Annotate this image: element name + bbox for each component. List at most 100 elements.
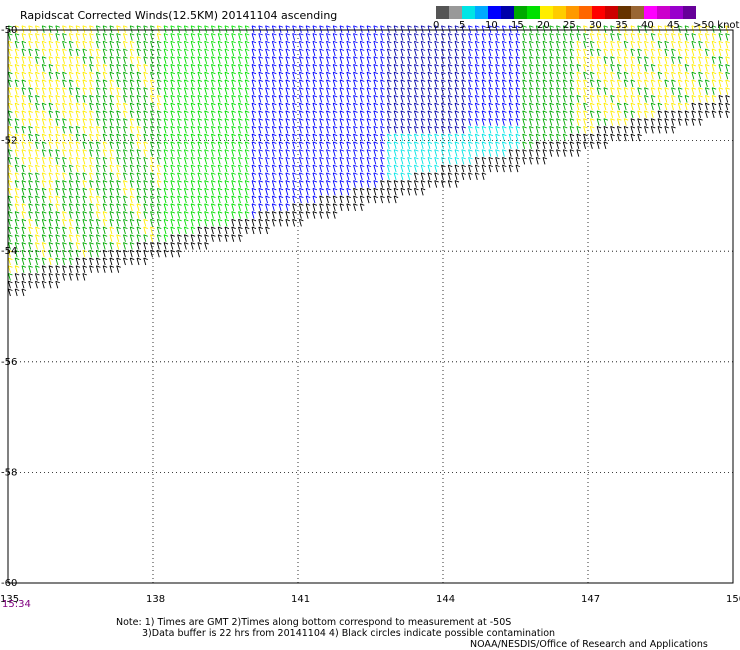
wind-barb (427, 141, 433, 150)
wind-barb (556, 102, 561, 111)
wind-barb (28, 87, 33, 95)
wind-barb (474, 133, 480, 142)
wind-barb (136, 64, 142, 72)
wind-barb (447, 56, 453, 64)
wind-barb (62, 110, 67, 119)
wind-barb (156, 118, 162, 126)
wind-barb (244, 195, 250, 204)
wind-barb (35, 273, 40, 281)
wind-barb (474, 118, 480, 126)
wind-barb (346, 33, 351, 41)
wind-barb (380, 164, 385, 173)
wind-barb (136, 180, 142, 188)
wind-barb (569, 71, 575, 80)
wind-barb (305, 102, 311, 111)
wind-barb (136, 172, 142, 180)
wind-barb (123, 242, 128, 250)
wind-barb (150, 149, 155, 157)
wind-barb (529, 71, 534, 80)
wind-barb (48, 149, 54, 157)
wind-barb (393, 156, 399, 165)
wind-barb (427, 156, 433, 165)
wind-barb (62, 187, 67, 196)
wind-barb (285, 218, 291, 227)
wind-barb (190, 242, 196, 250)
wind-barb (305, 164, 311, 173)
wind-barb (359, 64, 365, 72)
wind-barb (542, 95, 548, 103)
wind-barb (359, 164, 365, 173)
wind-barb (637, 133, 642, 142)
wind-barb (35, 110, 40, 119)
wind-barb (332, 211, 338, 219)
wind-barb (251, 56, 257, 64)
wind-barb (508, 71, 514, 80)
longitude-tick-label: 138 (146, 594, 165, 605)
latitude-tick-label: -60 (1, 578, 17, 589)
wind-barb (441, 56, 446, 64)
wind-barb (258, 226, 263, 235)
wind-barb (366, 110, 372, 119)
wind-barb (298, 102, 304, 111)
wind-barb (644, 71, 649, 80)
map-frame (7, 29, 734, 584)
wind-barb (244, 149, 250, 157)
wind-barb (468, 133, 473, 142)
wind-barb (197, 133, 203, 142)
wind-barb (359, 95, 365, 103)
wind-barb (217, 56, 223, 64)
wind-barb (170, 164, 175, 173)
wind-barb (454, 125, 460, 134)
wind-barb (339, 110, 345, 119)
wind-barb (393, 149, 399, 157)
wind-barb (434, 118, 439, 126)
wind-barb (718, 48, 724, 57)
wind-barb (366, 40, 372, 49)
wind-barb (285, 156, 291, 165)
wind-barb (569, 87, 575, 95)
wind-barb (190, 118, 196, 126)
wind-barb (28, 33, 33, 41)
wind-barb (292, 110, 297, 119)
wind-barb (556, 118, 561, 126)
wind-barb (474, 33, 480, 41)
wind-barb (41, 218, 47, 227)
wind-barb (474, 71, 480, 80)
wind-barb (657, 64, 663, 72)
wind-barb (610, 40, 615, 49)
wind-barb (556, 110, 561, 119)
wind-barb (285, 187, 291, 196)
wind-barb (549, 125, 554, 134)
wind-barb (28, 273, 33, 281)
wind-barb (156, 226, 162, 235)
wind-barb (197, 95, 203, 103)
wind-barb (684, 79, 690, 88)
wind-barb (623, 125, 629, 134)
wind-barb (95, 40, 101, 49)
wind-barb (238, 195, 243, 204)
wind-barb (454, 156, 460, 165)
wind-barb (298, 172, 304, 180)
wind-barb (454, 133, 460, 142)
wind-barb (62, 234, 67, 242)
wind-barb (292, 149, 297, 157)
wind-barb (62, 40, 67, 49)
wind-barb (197, 141, 203, 150)
wind-barb (48, 242, 54, 250)
wind-barb (380, 79, 385, 88)
wind-barb (359, 156, 365, 165)
wind-barb (68, 110, 74, 119)
wind-barb (407, 164, 412, 173)
wind-barb (664, 71, 669, 80)
wind-barb (508, 102, 514, 111)
wind-barb (210, 172, 216, 180)
wind-barb (224, 79, 230, 88)
wind-barb (21, 87, 27, 95)
wind-barb (400, 33, 406, 41)
wind-barb (339, 180, 345, 188)
wind-barb (447, 110, 453, 119)
wind-barb (204, 48, 209, 57)
wind-barb (481, 156, 487, 165)
wind-barb (271, 218, 277, 227)
wind-barb (386, 87, 392, 95)
